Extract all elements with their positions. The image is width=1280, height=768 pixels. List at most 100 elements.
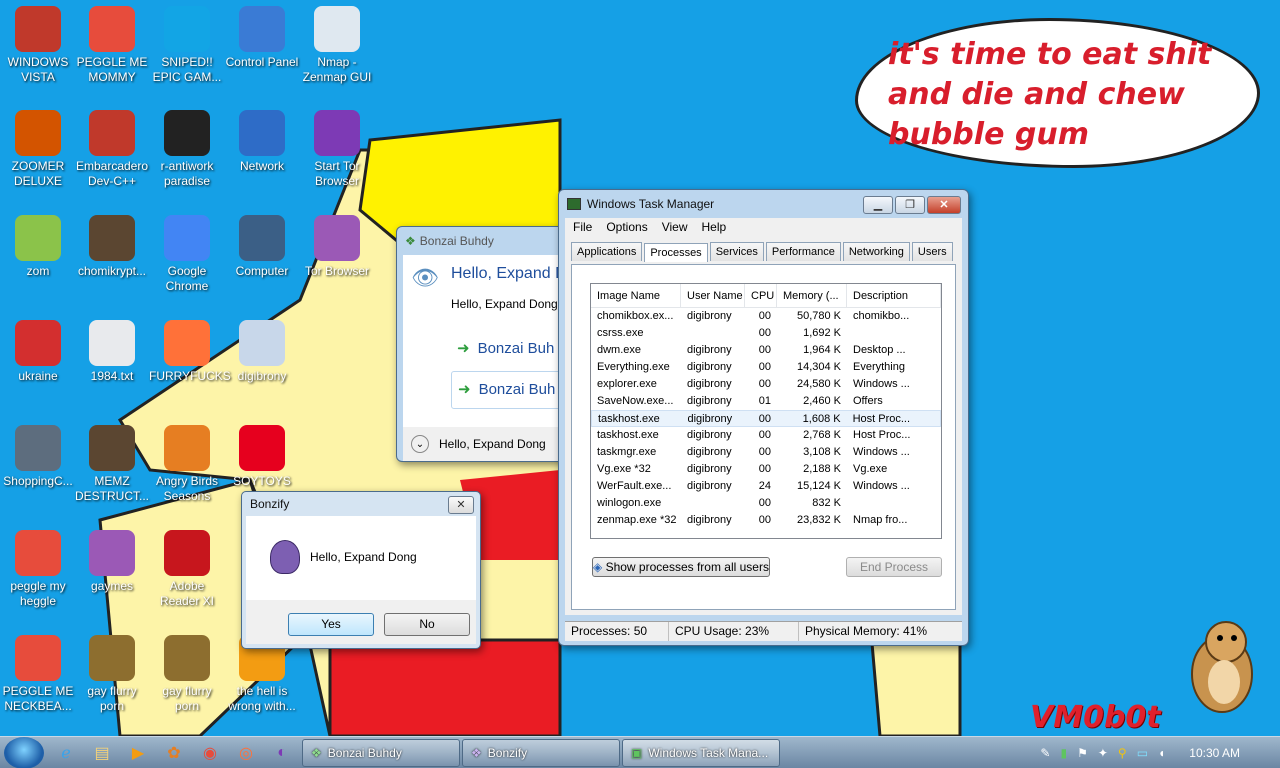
table-row[interactable]: taskhost.exe digibrony 00 1,608 K Host Proc.… (591, 410, 941, 427)
table-cell: SaveNow.exe... (597, 395, 674, 407)
settings-icon[interactable]: ✦ (1098, 746, 1108, 760)
bonzify-dialog[interactable]: Bonzify ✕ Hello, Expand Dong Yes No (241, 491, 481, 649)
desktop-icon-label: gaymes (90, 579, 134, 593)
end-process-button[interactable]: End Process (846, 557, 942, 577)
desktop-icon[interactable]: ukraine (0, 320, 76, 384)
table-row[interactable]: winlogon.exe 00 832 K (591, 495, 941, 512)
desktop-icon[interactable]: FURRYFUCKS (149, 320, 231, 384)
tab-networking[interactable]: Networking (842, 242, 910, 261)
col-description[interactable]: Description (847, 284, 941, 307)
table-row[interactable]: csrss.exe 00 1,692 K (591, 325, 941, 342)
desktop-icon[interactable]: Adobe Reader XI (149, 530, 225, 609)
desktop-icon[interactable]: Control Panel (224, 6, 300, 70)
tab-performance[interactable]: Performance (765, 242, 841, 261)
menu-file[interactable]: File (573, 220, 592, 234)
taskbar-bonzify[interactable]: ❖ Bonzify (462, 738, 620, 767)
minimize-button[interactable]: ▁ (863, 196, 893, 214)
tab-services[interactable]: Services (709, 242, 764, 261)
ie-icon[interactable]: ℯ (48, 739, 84, 767)
flag-icon[interactable]: ⚑ (1077, 746, 1088, 760)
table-row[interactable]: Vg.exe *32 digibrony 00 2,188 K Vg.exe (591, 461, 941, 478)
close-button[interactable]: ✕ (448, 496, 474, 514)
explorer-icon[interactable]: ▤ (84, 739, 120, 767)
bonzai-buhdy-window[interactable]: ❖ Bonzai Buhdy 👁 Hello, Expand D Hello, … (396, 226, 566, 462)
menu-help[interactable]: Help (702, 220, 727, 234)
desktop-icon[interactable]: digibrony (224, 320, 300, 384)
tab-users[interactable]: Users (911, 242, 953, 261)
desktop-icon[interactable]: ZOOMER DELUXE (0, 110, 76, 189)
desktop-icon[interactable]: chomikrypt... (74, 215, 150, 279)
table-row[interactable]: WerFault.exe... digibrony 24 15,124 K Window… (591, 478, 941, 495)
show-all-processes-button[interactable]: ◈ Show processes from all users (592, 557, 770, 577)
col-user-name[interactable]: User Name (681, 284, 745, 307)
col-memory[interactable]: Memory (... (777, 284, 847, 307)
desktop-icon[interactable]: Computer (224, 215, 300, 279)
process-list[interactable]: Image Name User Name CPU Memory (... Des… (590, 283, 942, 539)
desktop-icon[interactable]: gay flurry porn (149, 635, 225, 714)
desktop-icon[interactable]: SNIPED!! EPIC GAM... (149, 6, 225, 85)
tab-processes[interactable]: Processes (644, 243, 708, 262)
desktop-icon[interactable]: Google Chrome (149, 215, 225, 294)
bonzai-option-1[interactable]: ➜ Bonzai Buh (457, 339, 554, 357)
search-icon[interactable]: ⚲ (1118, 746, 1127, 760)
speaker-icon[interactable]: ◖ (1158, 746, 1165, 760)
tab-applications[interactable]: Applications (571, 242, 643, 261)
firefox-icon[interactable]: ◎ (228, 739, 264, 767)
desktop-icon[interactable]: WINDOWS VISTA (0, 6, 76, 85)
desktop-icon[interactable]: MEMZ DESTRUCT... (74, 425, 150, 504)
desktop-icon[interactable]: zom (0, 215, 76, 279)
close-button[interactable]: ✕ (927, 196, 961, 214)
desktop-icon[interactable]: SOYTOYS (224, 425, 300, 489)
col-image-name[interactable]: Image Name (591, 284, 681, 307)
clock[interactable]: 10:30 AM (1189, 746, 1240, 760)
taskbar-bonzai-buhdy[interactable]: ❖ Bonzai Buhdy (302, 738, 460, 767)
bonzai-option-2[interactable]: ➜ Bonzai Buh (451, 371, 565, 409)
desktop-icon[interactable]: gay flurry porn (74, 635, 150, 714)
table-row[interactable]: taskmgr.exe digibrony 00 3,108 K Windows ... (591, 444, 941, 461)
bonzai-footer[interactable]: ⌄ Hello, Expand Dong (403, 427, 565, 461)
desktop-icon[interactable]: gaymes (74, 530, 150, 594)
plugin-icon[interactable]: ✎ (1040, 746, 1050, 760)
menu-options[interactable]: Options (606, 220, 647, 234)
paint-icon[interactable]: ✿ (156, 739, 192, 767)
table-row[interactable]: explorer.exe digibrony 00 24,580 K Windows .… (591, 376, 941, 393)
text-file-icon (89, 320, 135, 366)
bonzify-titlebar[interactable]: Bonzify (242, 492, 480, 516)
maximize-button[interactable]: ❐ (895, 196, 925, 214)
desktop-icon[interactable]: Network (224, 110, 300, 174)
desktop-icon[interactable]: Tor Browser (299, 215, 375, 279)
table-cell: 24 (758, 480, 771, 492)
desktop-icon[interactable]: ShoppingC... (0, 425, 76, 489)
task-manager-window[interactable]: Windows Task Manager ▁ ❐ ✕ File Options … (558, 189, 969, 646)
desktop-icon[interactable]: peggle my heggle (0, 530, 76, 609)
taskbar-task-manager[interactable]: ▣ Windows Task Mana... (622, 738, 780, 767)
desktop-icon[interactable]: PEGGLE ME NECKBEA... (0, 635, 76, 714)
monitor-icon[interactable]: ▭ (1137, 746, 1148, 760)
table-row[interactable]: zenmap.exe *32 digibrony 00 23,832 K Nmap fr… (591, 512, 941, 529)
desktop-icon[interactable]: 1984.txt (74, 320, 150, 384)
desktop-icon[interactable]: Embarcadero Dev-C++ (74, 110, 150, 189)
table-row[interactable]: Everything.exe digibrony 00 14,304 K Everyth… (591, 359, 941, 376)
table-row[interactable]: dwm.exe digibrony 00 1,964 K Desktop ... (591, 342, 941, 359)
desktop-icon[interactable]: Nmap - Zenmap GUI (299, 6, 375, 85)
meter-icon[interactable]: ▮ (1060, 746, 1067, 760)
desktop-icon[interactable]: Angry Birds Seasons (149, 425, 225, 504)
table-cell: digibrony (687, 480, 732, 492)
table-row[interactable]: chomikbox.ex... digibrony 00 50,780 K chomik… (591, 308, 941, 325)
chrome-icon[interactable]: ◉ (192, 739, 228, 767)
table-row[interactable]: taskhost.exe digibrony 00 2,768 K Host Proc.… (591, 427, 941, 444)
col-cpu[interactable]: CPU (745, 284, 777, 307)
chevron-down-icon[interactable]: ⌄ (411, 435, 429, 453)
yes-button[interactable]: Yes (288, 613, 374, 636)
desktop-icon[interactable]: PEGGLE ME MOMMY (74, 6, 150, 85)
table-row[interactable]: SaveNow.exe... digibrony 01 2,460 K Offers (591, 393, 941, 410)
no-button[interactable]: No (384, 613, 470, 636)
tor-icon[interactable]: ◐ (264, 739, 300, 767)
bonzai-app-icon: ❖ (405, 234, 416, 248)
menu-view[interactable]: View (662, 220, 688, 234)
desktop-icon[interactable]: r-antiwork paradise (149, 110, 225, 189)
bonzai-titlebar[interactable]: ❖ Bonzai Buhdy (397, 227, 565, 255)
desktop-icon[interactable]: Start Tor Browser (299, 110, 375, 189)
media-player-icon[interactable]: ▶ (120, 739, 156, 767)
start-button[interactable] (4, 736, 44, 768)
